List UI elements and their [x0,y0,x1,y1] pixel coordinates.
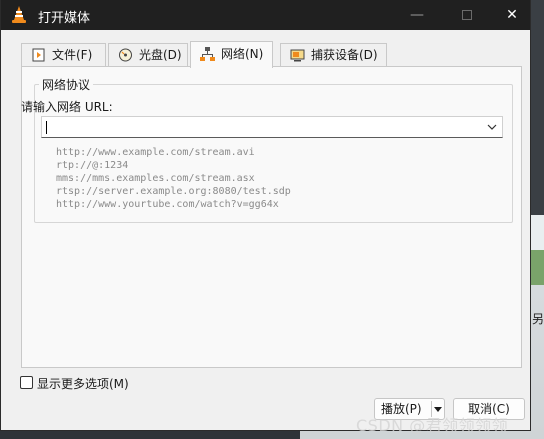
file-icon [32,48,45,62]
url-input[interactable] [48,117,478,137]
title-bar[interactable]: 打开媒体 — ✕ [1,0,530,30]
desktop-strip [530,250,544,285]
tab-file-label: 文件(F) [52,48,93,62]
desktop-edge-glyph: 另 [532,312,544,326]
tab-file[interactable]: 文件(F) [21,43,106,67]
example-url: mms://mms.examples.com/stream.asx [56,173,255,184]
example-url: http://www.example.com/stream.avi [56,147,255,158]
example-url: http://www.yourtube.com/watch?v=gg64x [56,199,279,210]
watermark: CSDN @君领领领领 [356,416,509,435]
network-icon [200,47,215,61]
tab-capture-device[interactable]: 捕获设备(D) [280,43,387,67]
maximize-icon [462,10,472,20]
disc-icon [119,48,132,62]
tab-network[interactable]: 网络(N) [190,41,273,68]
url-examples: http://www.example.com/stream.avi rtp://… [56,146,291,211]
vlc-cone-icon [12,6,26,23]
example-url: rtp://@:1234 [56,160,129,171]
show-more-label: 显示更多选项(M) [37,377,129,391]
show-more-checkbox[interactable] [20,376,33,389]
url-label: 请输入网络 URL: [21,100,113,114]
tab-network-label: 网络(N) [221,47,264,61]
tab-disc-label: 光盘(D) [139,48,182,62]
window-title: 打开媒体 [38,11,91,26]
url-combobox[interactable] [41,116,503,138]
desktop-background: 另 [530,0,544,439]
minimize-icon: — [410,7,424,23]
tab-capture-device-label: 捕获设备(D) [311,48,378,62]
close-button[interactable]: ✕ [489,0,535,30]
tab-disc[interactable]: 光盘(D) [108,43,188,67]
close-icon: ✕ [506,7,518,23]
chevron-down-icon[interactable] [485,119,499,135]
capture-device-icon [290,49,305,62]
text-caret [46,121,47,134]
example-url: rtsp://server.example.org:8080/test.sdp [56,186,291,197]
minimize-button[interactable]: — [394,0,440,30]
maximize-button[interactable] [444,0,490,30]
group-title: 网络协议 [39,76,94,93]
open-media-dialog: 打开媒体 — ✕ 文件(F) 光盘(D) 网络(N) 捕获设备(D) 网络协议 … [0,0,531,431]
